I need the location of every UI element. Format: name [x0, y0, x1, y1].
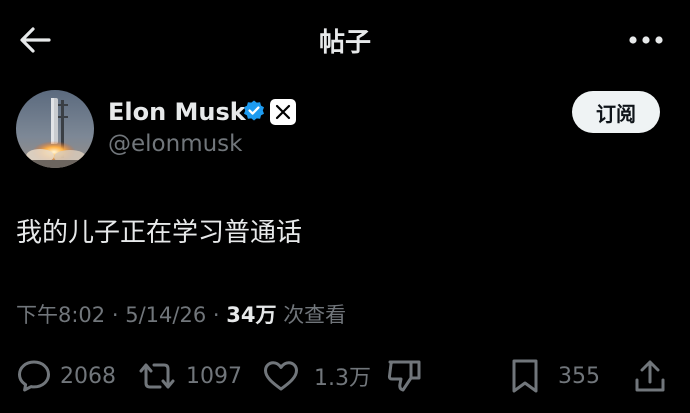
view-count-suffix: 次查看 — [283, 303, 347, 327]
author-handle[interactable]: @elonmusk — [108, 131, 242, 157]
top-bar: 帖子 — [0, 0, 690, 80]
like-button[interactable]: 1.3万 — [262, 358, 371, 394]
heart-icon — [264, 361, 298, 391]
bookmark-count: 355 — [558, 363, 600, 389]
repost-button[interactable]: 1097 — [136, 358, 242, 394]
bookmark-icon — [512, 359, 538, 393]
post-text: 我的儿子正在学习普通话 — [16, 218, 303, 248]
repost-icon — [139, 363, 175, 389]
post-date: 5/14/26 — [125, 303, 207, 327]
like-count: 1.3万 — [314, 366, 371, 391]
share-icon — [635, 360, 665, 392]
view-count[interactable]: 34万 — [226, 303, 276, 327]
more-options-button[interactable] — [624, 22, 668, 58]
dislike-button[interactable] — [386, 358, 422, 394]
verified-badge-icon — [244, 100, 264, 121]
post-meta: 下午8:02 · 5/14/26 · 34万 次查看 — [16, 299, 346, 329]
more-horizontal-icon — [629, 36, 663, 44]
post-time: 下午8:02 — [16, 303, 106, 327]
author-name[interactable]: Elon Musk — [108, 98, 246, 126]
avatar[interactable] — [16, 90, 94, 168]
reply-count: 2068 — [60, 363, 116, 389]
subscribe-button[interactable]: 订阅 — [572, 91, 660, 133]
reply-icon — [18, 360, 50, 392]
reply-button[interactable]: 2068 — [16, 358, 116, 394]
rocket-launch-image — [16, 90, 94, 168]
bookmark-button[interactable]: 355 — [510, 358, 600, 394]
meta-separator: · — [212, 303, 220, 327]
page-title: 帖子 — [318, 28, 371, 58]
share-button[interactable] — [634, 358, 666, 394]
thumbs-down-icon — [387, 360, 421, 392]
repost-count: 1097 — [186, 363, 242, 389]
x-logo-icon — [270, 99, 296, 125]
meta-separator: · — [111, 303, 119, 327]
